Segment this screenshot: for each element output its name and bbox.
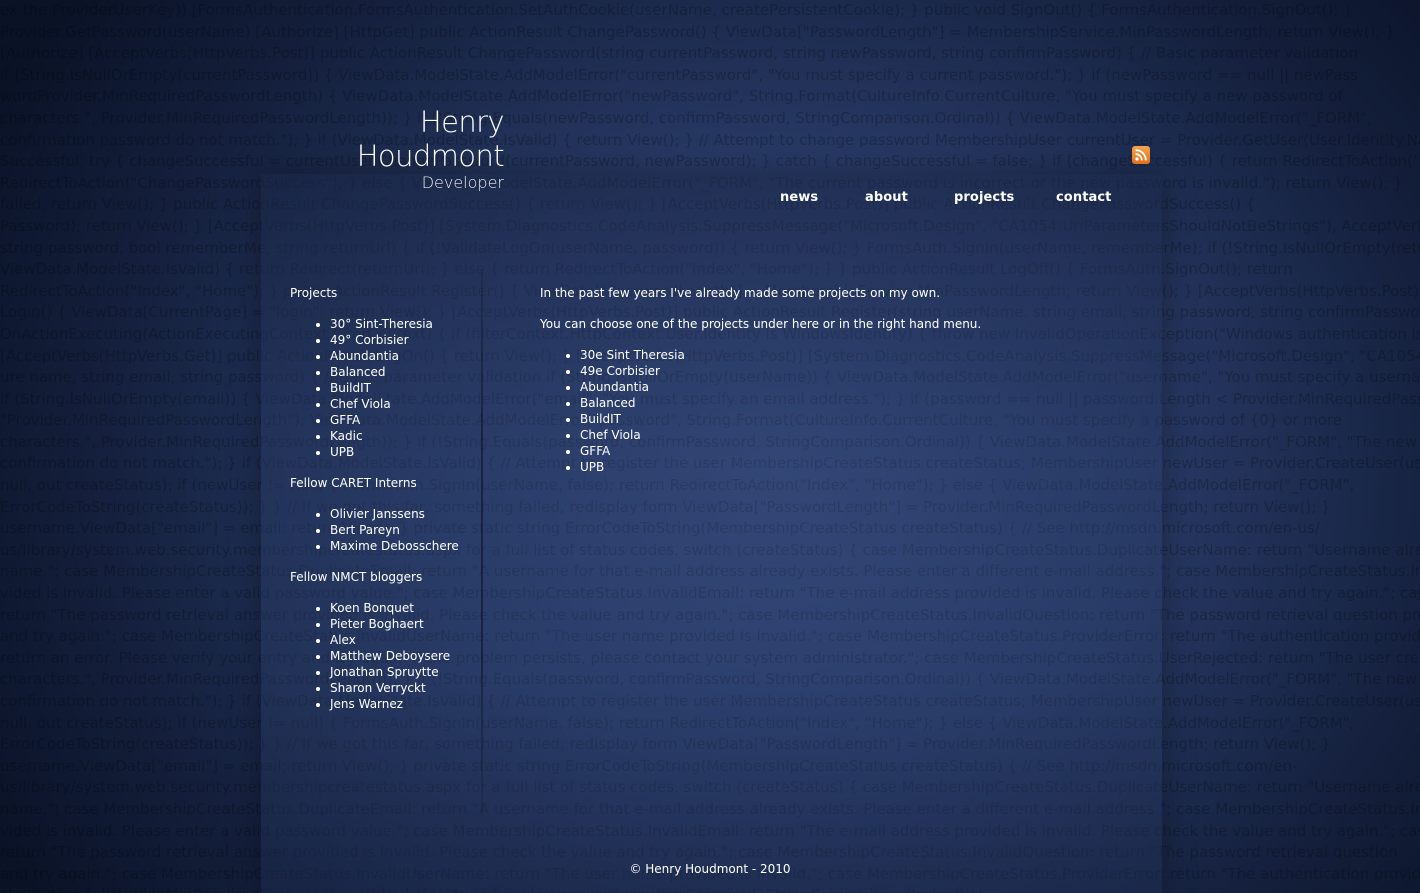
nav-projects[interactable]: projects: [954, 190, 1014, 205]
intro-text: In the past few years I've already made …: [540, 286, 941, 300]
background-code-line: ex the ProviderUserKey)) [FormsAuthentic…: [0, 1, 1353, 19]
site-title: Henry Houdmont: [356, 105, 505, 173]
background-code-line: wordProvider.MinRequiredPasswordLength) …: [0, 87, 1343, 106]
rss-feed-icon[interactable]: [1132, 146, 1150, 164]
list-item: Alex: [330, 632, 480, 648]
list-item: Kadic: [330, 428, 480, 444]
sidebar-projects-list: 30° Sint-Theresia 49° Corbisier Abundant…: [290, 316, 480, 460]
main-content: In the past few years I've already made …: [540, 285, 1100, 475]
background-code-line: characters.", Provider.MinRequiredPasswo…: [0, 108, 1372, 127]
project-link[interactable]: Chef Viola: [580, 428, 641, 442]
sidebar-link[interactable]: Bert Pareyn: [330, 523, 400, 537]
list-item: 49e Corbisier: [580, 363, 1100, 379]
projects-list: 30e Sint Theresia 49e Corbisier Abundant…: [540, 347, 1100, 475]
sidebar-link[interactable]: Chef Viola: [330, 397, 391, 411]
nav-contact[interactable]: contact: [1056, 190, 1112, 205]
main-nav: news about projects contact: [0, 190, 1420, 210]
list-item: 30° Sint-Theresia: [330, 316, 480, 332]
list-item: Jens Warnez: [330, 696, 480, 712]
sidebar-link[interactable]: Kadic: [330, 429, 363, 443]
sidebar-heading-caret-interns: Fellow CARET Interns: [290, 476, 417, 490]
instruction-text: You can choose one of the projects under…: [540, 317, 982, 331]
list-item: 49° Corbisier: [330, 332, 480, 348]
sidebar-link[interactable]: Balanced: [330, 365, 385, 379]
project-link[interactable]: 30e Sint Theresia: [580, 348, 685, 362]
sidebar-link[interactable]: Sharon Verryckt: [330, 681, 426, 695]
project-link[interactable]: UPB: [580, 460, 604, 474]
list-item: Balanced: [580, 395, 1100, 411]
sidebar-link[interactable]: 49° Corbisier: [330, 333, 409, 347]
project-link[interactable]: GFFA: [580, 444, 610, 458]
sidebar-link[interactable]: Alex: [330, 633, 356, 647]
rss-glyph: [1135, 149, 1147, 161]
background-code-line: Successful; try { changeSuccessful = cur…: [0, 152, 1420, 171]
sidebar-link[interactable]: Olivier Janssens: [330, 507, 425, 521]
sidebar-link[interactable]: Maxime Debosschere: [330, 539, 459, 553]
sidebar-heading-nmct-bloggers: Fellow NMCT bloggers: [290, 570, 423, 584]
sidebar-bloggers-list: Koen Bonquet Pieter Boghaert Alex Matthe…: [290, 600, 480, 712]
list-item: Bert Pareyn: [330, 522, 480, 538]
list-item: Pieter Boghaert: [330, 616, 480, 632]
list-item: Olivier Janssens: [330, 506, 480, 522]
list-item: Chef Viola: [330, 396, 480, 412]
list-item: Abundantia: [330, 348, 480, 364]
footer-copyright: © Henry Houdmont - 2010: [629, 862, 791, 876]
sidebar-link[interactable]: BuildIT: [330, 381, 371, 395]
list-item: Matthew Deboysere: [330, 648, 480, 664]
list-item: Maxime Debosschere: [330, 538, 480, 554]
list-item: 30e Sint Theresia: [580, 347, 1100, 363]
list-item: Abundantia: [580, 379, 1100, 395]
background-code-line: Provider.GetPassword(userName) [Authoriz…: [0, 22, 1395, 41]
sidebar-link[interactable]: Koen Bonquet: [330, 601, 414, 615]
sidebar-link[interactable]: GFFA: [330, 413, 360, 427]
list-item: UPB: [580, 459, 1100, 475]
sidebar-link[interactable]: UPB: [330, 445, 354, 459]
sidebar-link[interactable]: Abundantia: [330, 349, 399, 363]
list-item: Jonathan Spruytte: [330, 664, 480, 680]
nav-about[interactable]: about: [865, 190, 908, 205]
project-link[interactable]: Balanced: [580, 396, 635, 410]
list-item: BuildIT: [330, 380, 480, 396]
background-code-line: [Authorize] [AcceptVerbs(HttpVerbs.Post)…: [0, 44, 1359, 63]
sidebar-interns-list: Olivier Janssens Bert Pareyn Maxime Debo…: [290, 506, 480, 554]
list-item: Sharon Verryckt: [330, 680, 480, 696]
sidebar-link[interactable]: Matthew Deboysere: [330, 649, 450, 663]
list-item: UPB: [330, 444, 480, 460]
sidebar: Projects 30° Sint-Theresia 49° Corbisier…: [290, 285, 480, 727]
sidebar-link[interactable]: Jens Warnez: [330, 697, 403, 711]
site-header: Henry Houdmont Developer: [270, 105, 505, 193]
background-code-line: if (String.IsNullOrEmpty(currentPassword…: [0, 65, 1359, 84]
background-code-line: confirmation password do not match."); }…: [0, 130, 1420, 149]
list-item: GFFA: [580, 443, 1100, 459]
project-link[interactable]: BuildIT: [580, 412, 621, 426]
list-item: Chef Viola: [580, 427, 1100, 443]
sidebar-heading-projects: Projects: [290, 286, 338, 300]
list-item: GFFA: [330, 412, 480, 428]
project-link[interactable]: 49e Corbisier: [580, 364, 660, 378]
sidebar-link[interactable]: Jonathan Spruytte: [330, 665, 439, 679]
sidebar-link[interactable]: Pieter Boghaert: [330, 617, 424, 631]
list-item: BuildIT: [580, 411, 1100, 427]
nav-news[interactable]: news: [780, 190, 818, 205]
sidebar-link[interactable]: 30° Sint-Theresia: [330, 317, 433, 331]
project-link[interactable]: Abundantia: [580, 380, 649, 394]
sidebar-divider: [481, 270, 483, 815]
list-item: Koen Bonquet: [330, 600, 480, 616]
list-item: Balanced: [330, 364, 480, 380]
